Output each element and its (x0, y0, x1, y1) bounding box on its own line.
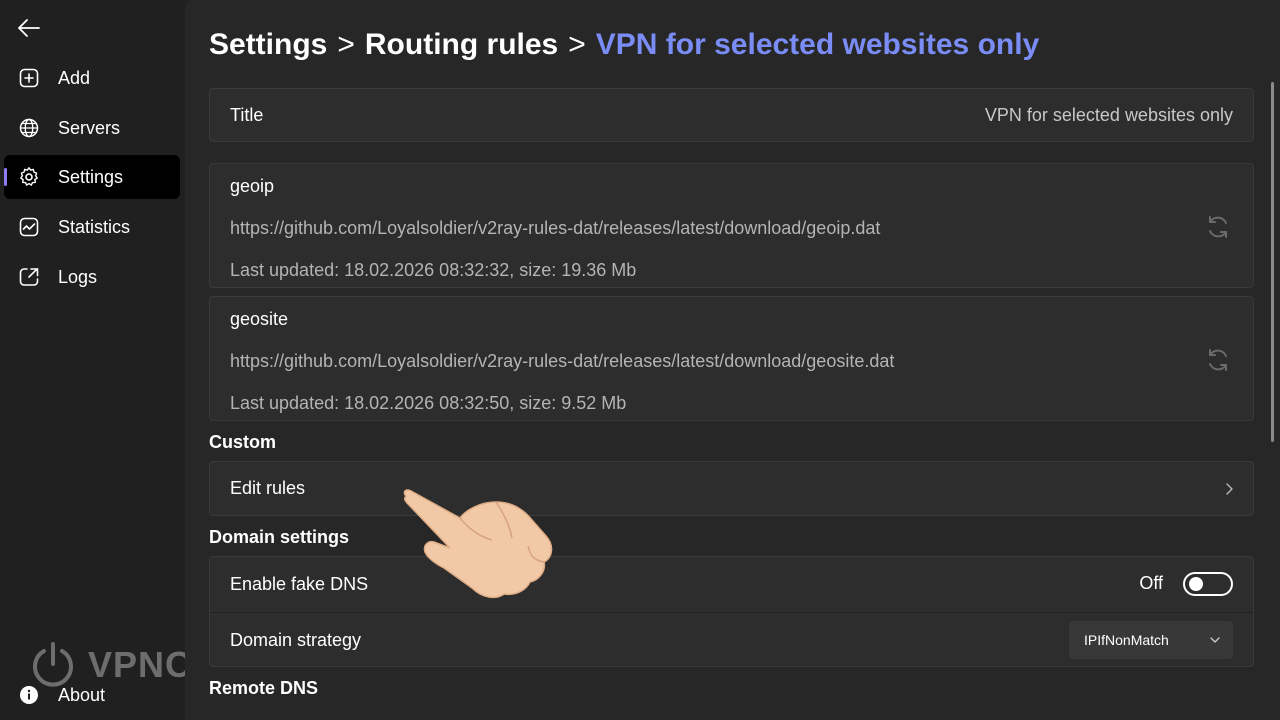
geosite-name: geosite (230, 308, 289, 329)
sidebar-item-settings[interactable]: Settings (4, 155, 180, 199)
globe-icon (18, 117, 40, 139)
edit-rules-label: Edit rules (230, 478, 306, 498)
chart-icon (18, 216, 40, 238)
info-icon (18, 684, 40, 706)
sidebar-item-label: Statistics (58, 216, 131, 237)
sidebar: Add Servers Settings Statistics Logs VPN… (0, 0, 220, 720)
fake-dns-toggle[interactable] (1183, 572, 1233, 596)
sidebar-item-statistics[interactable]: Statistics (4, 205, 180, 249)
breadcrumb-separator: > (337, 28, 355, 61)
breadcrumb-settings[interactable]: Settings (209, 28, 327, 61)
sidebar-item-label: Logs (58, 266, 98, 287)
title-row[interactable]: Title VPN for selected websites only (209, 88, 1254, 142)
remote-dns-section-title: Remote DNS (209, 678, 319, 698)
sidebar-item-label: Servers (58, 117, 121, 138)
refresh-icon[interactable] (1205, 347, 1231, 373)
chevron-down-icon (1210, 637, 1220, 643)
fake-dns-row: Enable fake DNS Off (210, 557, 1253, 611)
main-content: Settings > Routing rules > VPN for selected … (185, 0, 1280, 720)
fake-dns-state: Off (1139, 573, 1163, 593)
refresh-icon[interactable] (1205, 214, 1231, 240)
geosite-url: https://github.com/Loyalsoldier/v2ray-ru… (230, 350, 895, 371)
log-icon (18, 266, 40, 288)
pointing-hand-icon (403, 489, 553, 599)
geosite-card: geosite https://github.com/Loyalsoldier/… (209, 296, 1254, 421)
breadcrumb-routing-rules[interactable]: Routing rules (365, 28, 558, 61)
sidebar-item-logs[interactable]: Logs (4, 255, 180, 299)
scrollbar[interactable] (1271, 82, 1274, 442)
arrow-left-icon (18, 19, 40, 37)
custom-section-title: Custom (209, 432, 276, 452)
plus-square-icon (18, 67, 40, 89)
chevron-right-icon (1226, 483, 1233, 495)
sidebar-item-label: About (58, 684, 106, 705)
domain-strategy-row: Domain strategy IPIfNonMatch (210, 613, 1253, 667)
domain-strategy-value: IPIfNonMatch (1084, 632, 1169, 648)
domain-strategy-label: Domain strategy (230, 629, 362, 650)
breadcrumb: Settings > Routing rules > VPN for selected … (209, 28, 1039, 62)
geoip-updated: Last updated: 18.02.2026 08:32:32, size:… (230, 259, 637, 280)
sidebar-item-label: Settings (58, 166, 124, 187)
title-value: VPN for selected websites only (984, 104, 1233, 125)
breadcrumb-current: VPN for selected websites only (595, 28, 1040, 61)
domain-settings-card: Enable fake DNS Off Domain strategy IPIf… (209, 556, 1254, 667)
geoip-card: geoip https://github.com/Loyalsoldier/v2… (209, 163, 1254, 288)
geoip-name: geoip (230, 175, 275, 196)
back-button[interactable] (12, 12, 46, 44)
domain-settings-section-title: Domain settings (209, 527, 350, 547)
breadcrumb-separator: > (568, 28, 586, 61)
geoip-url: https://github.com/Loyalsoldier/v2ray-ru… (230, 217, 881, 238)
sidebar-item-servers[interactable]: Servers (4, 106, 180, 150)
edit-rules-button[interactable]: Edit rules (209, 461, 1254, 516)
domain-strategy-select[interactable]: IPIfNonMatch (1069, 621, 1233, 659)
sidebar-item-label: Add (58, 67, 91, 88)
geosite-updated: Last updated: 18.02.2026 08:32:50, size:… (230, 392, 627, 413)
title-label: Title (230, 104, 264, 125)
sidebar-item-add[interactable]: Add (4, 56, 180, 100)
gear-icon (18, 166, 40, 188)
toggle-knob (1189, 577, 1203, 591)
fake-dns-label: Enable fake DNS (230, 573, 369, 594)
sidebar-item-about[interactable]: About (4, 673, 180, 717)
